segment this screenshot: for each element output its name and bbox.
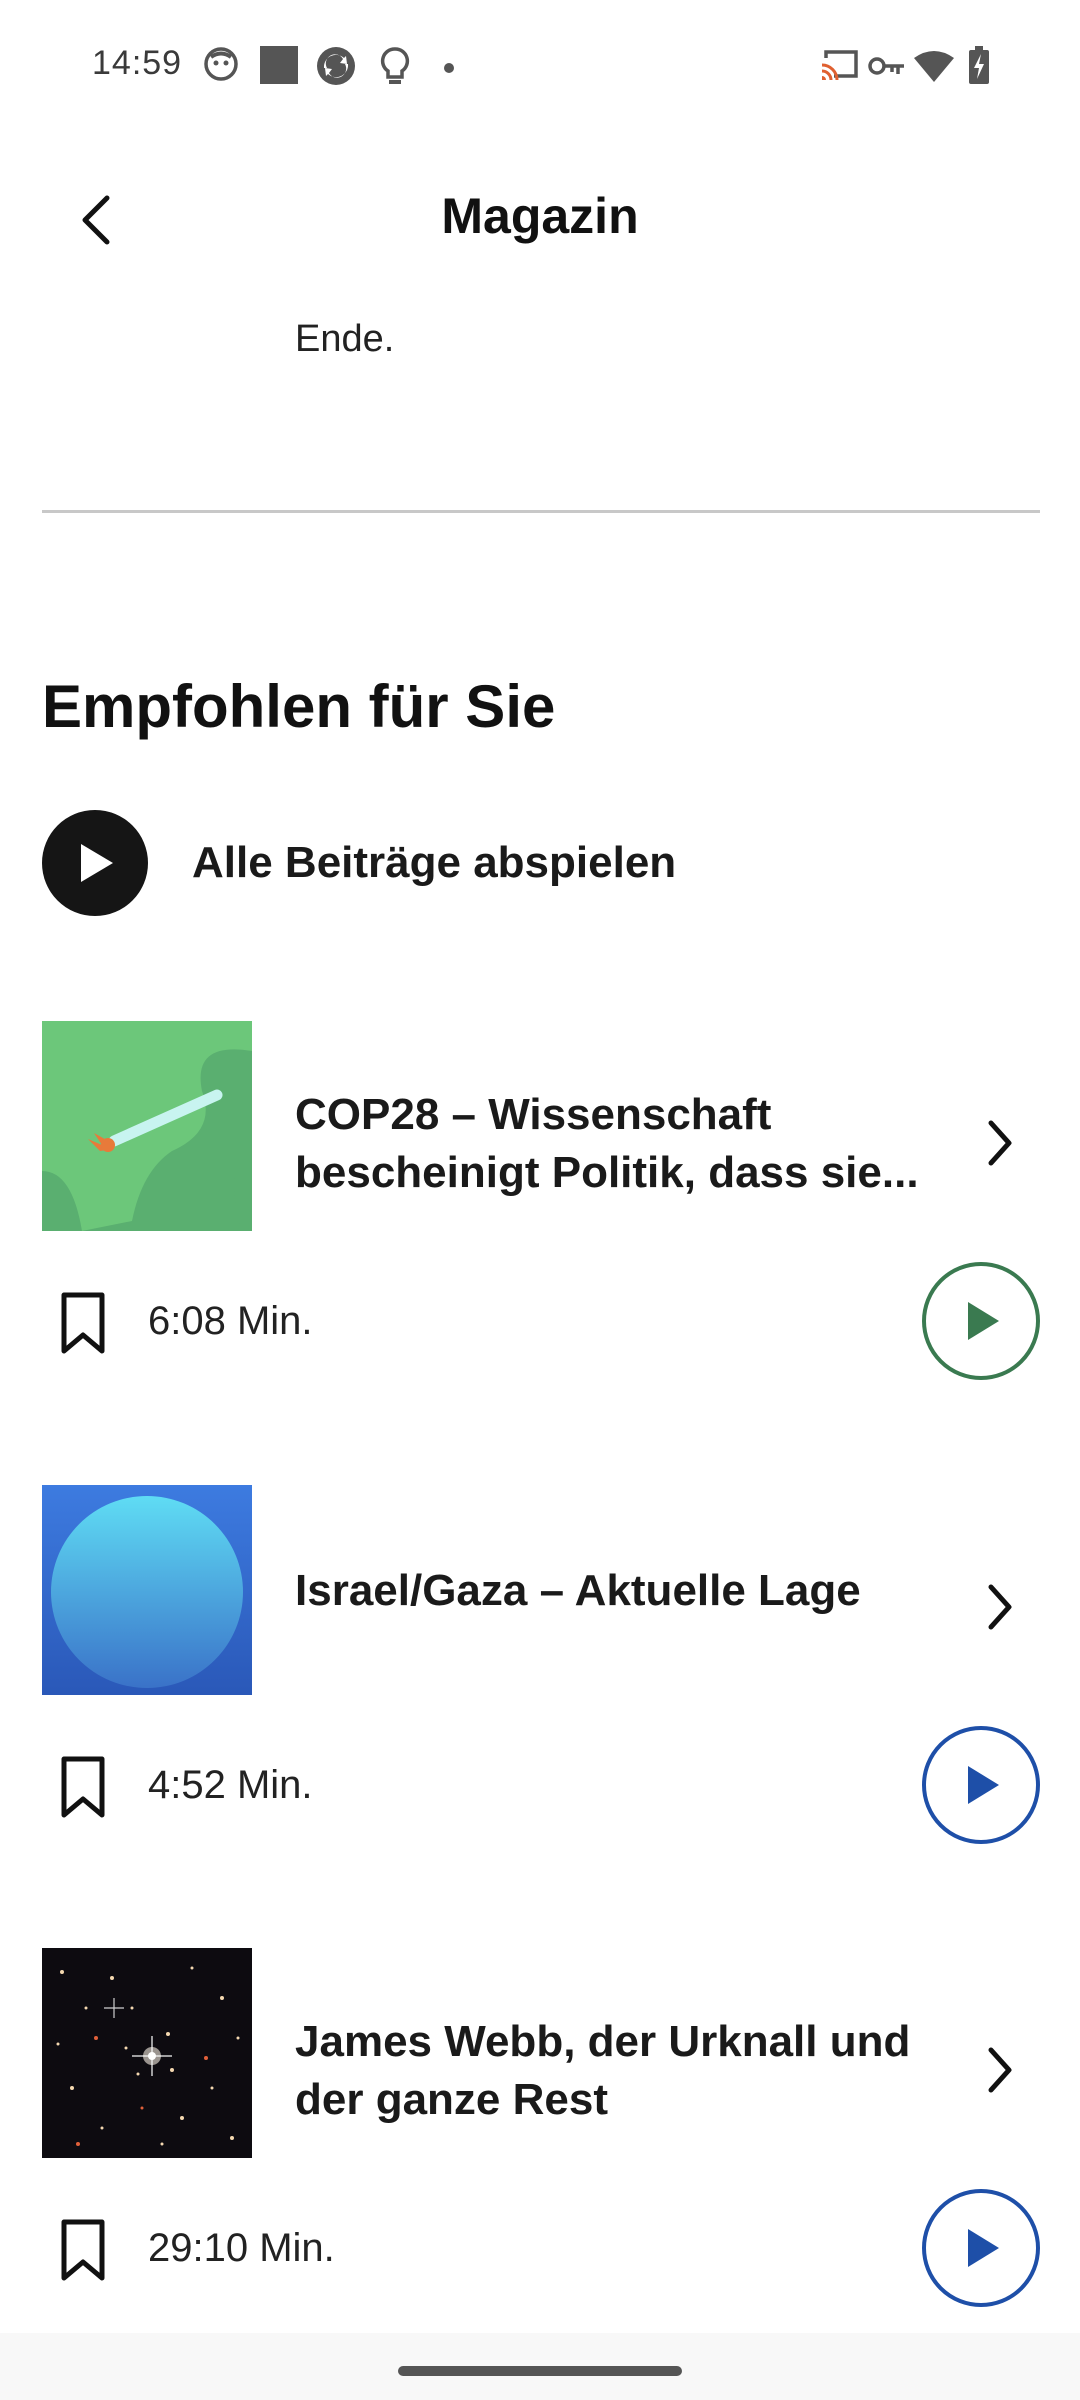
home-indicator[interactable] bbox=[398, 2366, 682, 2376]
article-duration: 4:52 Min. bbox=[148, 1763, 313, 1807]
play-button[interactable] bbox=[922, 1262, 1040, 1380]
play-button[interactable] bbox=[922, 1726, 1040, 1844]
bookmark-icon[interactable] bbox=[58, 1291, 108, 1361]
play-icon bbox=[968, 1766, 999, 1804]
battery-charging-icon bbox=[968, 46, 990, 89]
sync-notification-icon bbox=[316, 46, 356, 91]
chevron-right-icon[interactable] bbox=[970, 1577, 1030, 1637]
article-thumbnail[interactable] bbox=[42, 1948, 252, 2158]
status-bar: 14:59 bbox=[0, 0, 1080, 135]
article-duration: 29:10 Min. bbox=[148, 2226, 335, 2270]
article-title[interactable]: James Webb, der Urknall und der ganze Re… bbox=[295, 2013, 955, 2129]
play-all-icon bbox=[42, 810, 148, 916]
play-all-label: Alle Beiträge abspielen bbox=[192, 838, 677, 887]
article-title[interactable]: Israel/Gaza – Aktuelle Lage bbox=[295, 1562, 955, 1620]
section-title: Empfohlen für Sie bbox=[42, 673, 556, 740]
play-button[interactable] bbox=[922, 2189, 1040, 2307]
wifi-icon bbox=[914, 50, 954, 87]
article-thumbnail[interactable] bbox=[42, 1485, 252, 1695]
previous-section-text: Ende. bbox=[295, 318, 395, 360]
bookmark-icon[interactable] bbox=[58, 2218, 108, 2288]
play-icon bbox=[968, 2229, 999, 2267]
bookmark-icon[interactable] bbox=[58, 1755, 108, 1825]
page-title: Magazin bbox=[441, 188, 639, 244]
app-header: Magazin bbox=[0, 135, 1080, 305]
square-notification-icon bbox=[260, 46, 298, 89]
article-title[interactable]: COP28 – Wissenschaft bescheinigt Politik… bbox=[295, 1086, 955, 1202]
chevron-right-icon[interactable] bbox=[970, 2040, 1030, 2100]
bulb-notification-icon bbox=[378, 46, 412, 93]
play-all-button[interactable]: Alle Beiträge abspielen bbox=[42, 810, 676, 916]
cast-icon bbox=[820, 50, 858, 87]
dot-icon bbox=[444, 60, 454, 78]
chevron-right-icon[interactable] bbox=[970, 1113, 1030, 1173]
vpn-key-icon bbox=[868, 54, 906, 83]
status-time: 14:59 bbox=[92, 44, 183, 82]
section-divider bbox=[42, 510, 1040, 513]
article-duration: 6:08 Min. bbox=[148, 1299, 313, 1343]
play-icon bbox=[968, 1302, 999, 1340]
article-thumbnail[interactable] bbox=[42, 1021, 252, 1231]
face-notification-icon bbox=[203, 46, 239, 87]
